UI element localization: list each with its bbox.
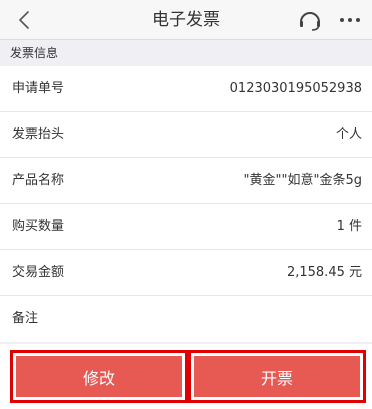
invoice-page: 电子发票 发票信息 申请单号 0123030195052938 发票抬头 个人 …	[0, 0, 372, 409]
headset-icon[interactable]	[298, 9, 322, 31]
row-product-name: 产品名称 "黄金""如意"金条5g	[0, 158, 372, 204]
row-label: 产品名称	[12, 173, 65, 188]
row-value: "黄金""如意"金条5g	[243, 173, 362, 188]
invoice-info-list: 申请单号 0123030195052938 发票抬头 个人 产品名称 "黄金""…	[0, 66, 372, 342]
row-invoice-header[interactable]: 发票抬头 个人	[0, 112, 372, 158]
row-application-number: 申请单号 0123030195052938	[0, 66, 372, 112]
row-label: 备注	[12, 311, 39, 326]
row-value: 1 件	[336, 219, 362, 234]
row-label: 购买数量	[12, 219, 65, 234]
row-label: 发票抬头	[12, 127, 65, 142]
row-value: 0123030195052938	[229, 81, 362, 96]
section-title: 发票信息	[0, 40, 372, 66]
row-value: 个人	[335, 127, 362, 142]
row-quantity: 购买数量 1 件	[0, 204, 372, 250]
nav-bar: 电子发票	[0, 0, 372, 40]
action-bar: 修改 开票	[0, 344, 372, 409]
chevron-left-icon[interactable]	[14, 9, 36, 31]
issue-invoice-button-label: 开票	[194, 356, 360, 397]
row-label: 申请单号	[12, 81, 65, 96]
row-value: 2,158.45 元	[286, 265, 362, 280]
more-dots-icon[interactable]	[339, 17, 361, 23]
modify-button[interactable]: 修改	[10, 350, 188, 403]
row-label: 交易金额	[12, 265, 65, 280]
row-remark[interactable]: 备注	[0, 296, 372, 342]
modify-button-label: 修改	[16, 356, 182, 397]
row-amount: 交易金额 2,158.45 元	[0, 250, 372, 296]
issue-invoice-button[interactable]: 开票	[188, 350, 366, 403]
